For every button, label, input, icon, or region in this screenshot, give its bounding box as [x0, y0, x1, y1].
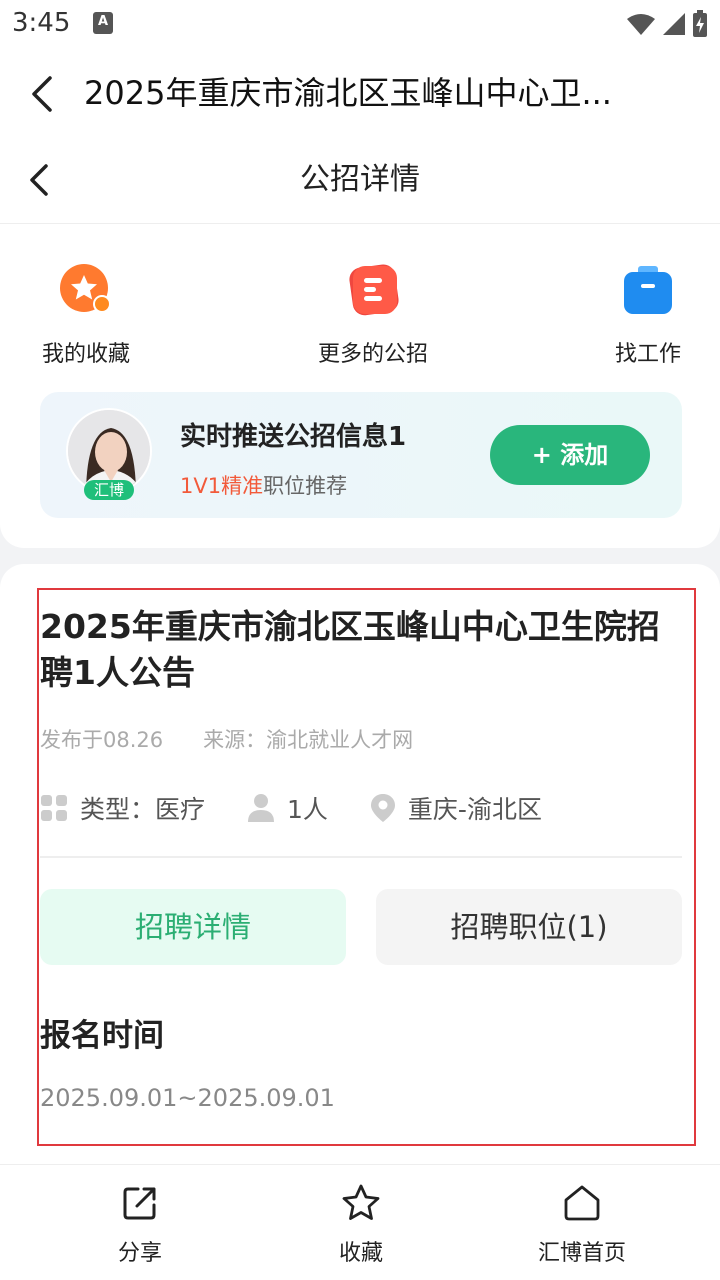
home-button[interactable]: 汇博首页: [502, 1183, 662, 1267]
publish-date: 发布于08.26: [40, 728, 164, 752]
shortcut-favorites[interactable]: 我的收藏: [6, 264, 166, 368]
inner-header: 公招详情: [0, 136, 720, 224]
star-badge-icon: [60, 264, 111, 313]
home-icon: [564, 1185, 600, 1221]
promo-subtitle-rest: 职位推荐: [263, 474, 348, 498]
system-icons: [626, 10, 708, 38]
wifi-icon: [627, 14, 655, 35]
battery-icon: [693, 10, 707, 37]
shortcut-label: 找工作: [614, 342, 681, 367]
job-meta: 发布于08.26 来源：渝北就业人才网: [40, 724, 413, 754]
briefcase-icon: [624, 266, 672, 314]
keyboard-ime-icon: A: [93, 12, 113, 34]
job-detail-card: 2025年重庆市渝北区玉峰山中心卫生院招聘1人公告 发布于08.26 来源：渝北…: [0, 564, 720, 1184]
job-source: 来源：渝北就业人才网: [203, 728, 414, 752]
share-label: 分享: [117, 1241, 162, 1266]
shortcut-label: 我的收藏: [41, 342, 130, 367]
promo-highlight: 1V1精准: [180, 474, 264, 498]
list-doc-icon: [349, 264, 399, 316]
job-info-row: 类型：医疗 1人 重庆-渝北区: [40, 790, 584, 826]
signal-icon: [663, 13, 685, 35]
back-arrow-icon[interactable]: [24, 74, 64, 114]
job-type: 类型：医疗: [40, 790, 205, 826]
header-card: 公招详情 我的收藏 更多的公招 找工作 汇博 实时推送公招信息1 1V1精准职位…: [0, 136, 720, 548]
section-title: 报名时间: [40, 1018, 164, 1054]
job-type-text: 类型：医疗: [80, 795, 206, 824]
job-headcount: 1人: [247, 790, 328, 826]
shortcut-more-jobs[interactable]: 更多的公招: [293, 264, 453, 368]
favorite-button[interactable]: 收藏: [281, 1183, 441, 1267]
job-location: 重庆-渝北区: [370, 790, 542, 826]
status-bar: 3:45 A: [0, 0, 720, 50]
share-icon: [123, 1187, 156, 1220]
location-pin-icon: [370, 794, 395, 822]
shortcut-find-job[interactable]: 找工作: [568, 264, 720, 368]
star-icon: [342, 1184, 380, 1220]
job-location-text: 重庆-渝北区: [407, 795, 542, 824]
shortcut-label: 更多的公招: [317, 342, 428, 367]
job-headcount-text: 1人: [287, 795, 328, 824]
app-bar: 2025年重庆市渝北区玉峰山中心卫...: [0, 50, 720, 136]
divider: [40, 856, 682, 858]
status-time: 3:45: [12, 8, 71, 38]
favorite-label: 收藏: [338, 1241, 383, 1266]
category-grid-icon: [41, 795, 67, 821]
promo-subtitle: 1V1精准职位推荐: [180, 470, 347, 500]
registration-period: 2025.09.01~2025.09.01: [40, 1084, 335, 1112]
page-title: 2025年重庆市渝北区玉峰山中心卫...: [84, 74, 612, 112]
tab-recruit-positions[interactable]: 招聘职位(1): [376, 889, 682, 965]
bottom-bar: 分享 收藏 汇博首页: [0, 1164, 720, 1280]
avatar-badge: 汇博: [84, 480, 134, 500]
person-icon: [248, 794, 275, 822]
home-label: 汇博首页: [537, 1241, 626, 1266]
promo-title: 实时推送公招信息1: [180, 422, 407, 452]
promo-banner[interactable]: 汇博 实时推送公招信息1 1V1精准职位推荐 + 添加: [40, 392, 682, 518]
tab-recruit-details[interactable]: 招聘详情: [40, 889, 346, 965]
job-title: 2025年重庆市渝北区玉峰山中心卫生院招聘1人公告: [40, 607, 660, 692]
inner-title: 公招详情: [300, 162, 420, 197]
share-button[interactable]: 分享: [60, 1183, 220, 1267]
add-button[interactable]: + 添加: [490, 425, 650, 485]
